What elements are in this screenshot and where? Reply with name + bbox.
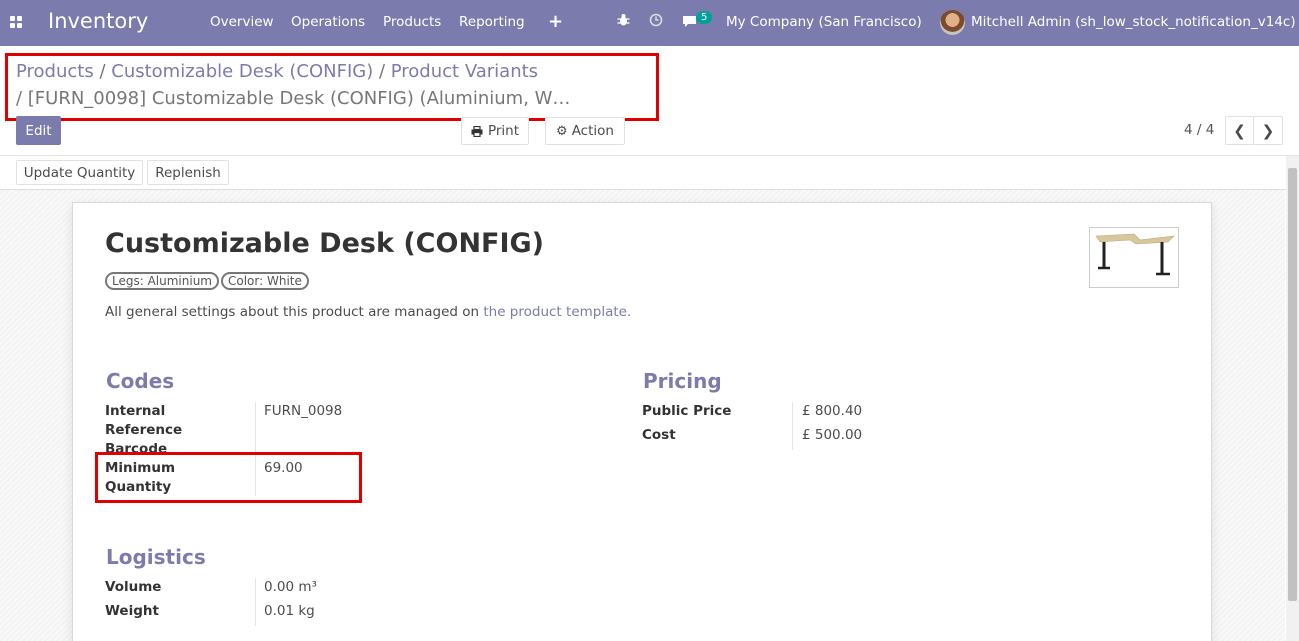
volume-value[interactable]: 0.00 m³ [264,578,317,597]
pager-value[interactable]: 4 / 4 [1184,122,1214,138]
gear-icon: ⚙ [556,123,568,139]
internal-reference-label: Internal Reference [105,403,183,438]
print-label: Print [487,123,520,139]
menu-reporting[interactable]: Reporting [459,14,525,30]
logistics-divider [255,578,256,626]
product-image[interactable] [1089,227,1179,288]
logistics-section-title: Logistics [106,545,206,569]
pager-previous-button[interactable]: ❮ [1225,116,1254,145]
scrollbar-thumb[interactable] [1288,168,1297,601]
template-info-label: All general settings about this product … [105,304,484,320]
debug-bug-icon[interactable] [617,13,630,27]
user-menu[interactable]: Mitchell Admin (sh_low_stock_notificatio… [971,14,1296,30]
attribute-tag-color: Color: White [221,272,309,290]
template-info-text: All general settings about this product … [105,304,631,320]
app-title[interactable]: Inventory [48,9,148,33]
chevron-left-icon: ❮ [1233,121,1246,140]
activity-clock-icon[interactable] [649,13,663,27]
print-button[interactable]: Print [461,117,529,145]
top-navbar: Inventory Overview Operations Products R… [0,0,1299,46]
highlight-minimum-quantity-box [95,452,362,503]
menu-products[interactable]: Products [383,14,441,30]
pricing-divider [792,402,793,450]
internal-reference-value[interactable]: FURN_0098 [264,402,342,421]
product-name: Customizable Desk (CONFIG) [105,228,545,259]
attribute-tag-legs: Legs: Aluminium [105,272,219,290]
codes-section-title: Codes [106,369,175,393]
public-price-label: Public Price [642,403,732,419]
edit-button[interactable]: Edit [16,116,61,145]
replenish-button[interactable]: Replenish [147,160,229,185]
vertical-scrollbar[interactable] [1286,156,1299,641]
company-switcher[interactable]: My Company (San Francisco) [726,14,922,30]
product-template-link[interactable]: the product template. [483,304,631,320]
highlight-breadcrumb-box [5,53,659,121]
chevron-right-icon: ❯ [1261,121,1275,140]
apps-menu-icon[interactable] [10,16,22,28]
cost-value[interactable]: £ 500.00 [802,426,862,445]
quick-create-plus-icon[interactable]: + [548,11,563,32]
action-label: Action [571,123,614,139]
volume-label: Volume [105,579,162,595]
public-price-value[interactable]: £ 800.40 [802,402,862,421]
weight-label: Weight [105,603,159,619]
user-avatar[interactable] [940,10,965,35]
printer-icon [471,125,483,137]
menu-overview[interactable]: Overview [210,14,274,30]
pricing-section-title: Pricing [643,369,722,393]
action-button[interactable]: ⚙ Action [545,117,625,145]
weight-value[interactable]: 0.01 kg [264,602,315,621]
chat-count-badge: 5 [696,11,713,24]
pager-next-button[interactable]: ❯ [1253,116,1283,145]
desk-image-icon [1095,233,1175,276]
update-quantity-button[interactable]: Update Quantity [16,160,143,185]
cost-label: Cost [642,427,676,443]
chat-messages-icon[interactable] [682,15,697,28]
menu-operations[interactable]: Operations [291,14,365,30]
